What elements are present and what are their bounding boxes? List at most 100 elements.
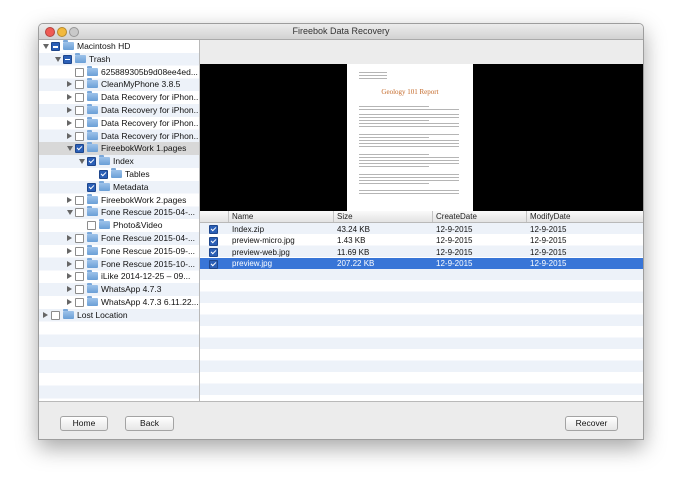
file-row[interactable]: Index.zip 43.24 KB 12-9-2015 12-9-2015 [200,223,643,235]
tree-checkbox[interactable] [75,246,84,256]
file-checkbox[interactable] [209,248,218,257]
tree-checkbox[interactable] [75,144,84,154]
disclosure-closed-icon[interactable] [67,260,72,267]
preview-text-line [359,126,459,127]
tree-checkbox[interactable] [75,208,84,218]
file-row[interactable]: preview.jpg 207.22 KB 12-9-2015 12-9-2015 [200,257,643,269]
tree-row[interactable]: Fone Rescue 2015-04-... [39,232,199,245]
tree-row-label: WhatsApp 4.7.3 6.11.22... [101,297,199,307]
disclosure-closed-icon[interactable] [67,94,72,101]
file-cell-created: 12-9-2015 [436,224,473,234]
tree-checkbox[interactable] [75,106,84,115]
tree-row[interactable]: Data Recovery for iPhon... [39,104,199,117]
disclosure-closed-icon[interactable] [67,119,72,126]
disclosure-open-icon[interactable] [67,210,73,216]
disclosure-closed-icon[interactable] [67,286,72,293]
recover-button[interactable]: Recover [565,416,618,431]
tree-row[interactable]: Data Recovery for iPhon... [39,116,199,130]
file-cell-created: 12-9-2015 [436,236,473,245]
tree-row[interactable]: FireebokWork 2.pages [39,193,199,207]
disclosure-open-icon[interactable] [79,159,85,165]
tree-checkbox[interactable] [75,93,84,103]
disclosure-open-icon[interactable] [55,56,61,62]
disclosure-closed-icon[interactable] [43,311,48,318]
tree-row[interactable]: WhatsApp 4.7.3 [39,283,199,296]
tree-row[interactable]: Macintosh HD [39,40,199,53]
disclosure-closed-icon[interactable] [67,81,72,88]
tree-row[interactable]: WhatsApp 4.7.3 6.11.22... [39,296,199,309]
tree-checkbox[interactable] [75,259,84,269]
tree-checkbox[interactable] [75,195,84,205]
tree-row-label: 625889305b9d08ee4ed... [101,66,198,77]
disclosure-closed-icon[interactable] [67,299,72,305]
folder-icon [87,78,98,89]
disclosure-closed-icon[interactable] [67,235,72,241]
home-button[interactable]: Home [60,416,108,431]
disclosure-closed-icon[interactable] [67,247,72,254]
preview-text-line [359,114,459,115]
column-header-name[interactable]: Name [232,212,253,221]
tree-checkbox[interactable] [87,157,96,167]
column-header-modifydate[interactable]: ModifyDate [530,212,570,221]
file-row[interactable]: preview-micro.jpg 1.43 KB 12-9-2015 12-9-20… [200,235,643,247]
file-row[interactable]: preview-web.jpg 11.69 KB 12-9-2015 12-9-201… [200,246,643,258]
disclosure-closed-icon[interactable] [67,107,72,113]
tree-checkbox[interactable] [87,182,96,192]
folder-icon [87,116,98,127]
tree-checkbox[interactable] [51,310,60,320]
tree-checkbox[interactable] [75,67,84,77]
disclosure-closed-icon[interactable] [67,196,72,203]
tree-row[interactable]: 625889305b9d08ee4ed... [39,65,199,79]
tree-checkbox[interactable] [75,285,84,295]
tree-checkbox[interactable] [99,170,108,179]
folder-tree[interactable]: Macintosh HD Trash 625889305b9d08ee4ed... C… [39,40,200,401]
tree-row[interactable]: Fone Rescue 2015-04-... [39,206,199,219]
disclosure-closed-icon[interactable] [67,132,72,139]
title-bar: Fireebok Data Recovery [39,24,643,40]
tree-checkbox[interactable] [63,54,72,64]
folder-icon [87,193,98,204]
tree-row[interactable]: Lost Location [39,308,199,322]
tree-row[interactable]: Trash [39,52,199,66]
file-cell-size: 43.24 KB [337,224,370,234]
tree-row[interactable]: CleanMyPhone 3.8.5 [39,78,199,91]
file-cell-name: preview.jpg [232,259,273,268]
tree-checkbox[interactable] [51,42,60,51]
tree-row[interactable]: Photo&Video [39,219,199,232]
tree-row[interactable]: Data Recovery for iPhon... [39,129,200,143]
file-checkbox[interactable] [209,259,218,269]
folder-icon [87,283,98,294]
folder-icon [99,155,110,166]
tree-row-label: Trash [89,53,111,64]
tree-row[interactable]: Fone Rescue 2015-09-... [39,244,199,258]
tree-row[interactable]: FireebokWork 1.pages [39,142,199,156]
tree-row[interactable]: iLike 2014-12-25 – 09... [39,270,199,283]
document-preview-title: Geology 101 Report [381,88,439,96]
tree-row[interactable]: Fone Rescue 2015-10-... [39,257,199,271]
tree-row[interactable]: Metadata [39,180,199,194]
column-header-size[interactable]: Size [337,212,353,221]
column-header-createdate[interactable]: CreateDate [436,212,477,221]
tree-checkbox[interactable] [75,118,84,128]
file-checkbox[interactable] [209,236,218,246]
disclosure-open-icon[interactable] [43,44,49,49]
back-button[interactable]: Back [125,416,174,431]
disclosure-closed-icon[interactable] [67,273,72,280]
tree-row-label: Data Recovery for iPhon... [101,92,200,103]
tree-checkbox[interactable] [87,221,96,231]
tree-row[interactable]: Tables [39,168,199,181]
disclosure-open-icon[interactable] [67,146,73,152]
tree-checkbox[interactable] [75,298,84,307]
file-checkbox[interactable] [209,225,218,234]
file-list[interactable]: Name Size CreateDate ModifyDate Index.zi… [200,211,643,401]
tree-row[interactable]: Data Recovery for iPhon... [39,91,199,104]
tree-checkbox[interactable] [75,272,84,282]
tree-row-label: Data Recovery for iPhon... [101,105,200,115]
tree-row-label: FireebokWork 2.pages [101,194,187,205]
tree-row-label: Data Recovery for iPhon... [101,130,200,141]
tree-checkbox[interactable] [75,80,84,90]
tree-row[interactable]: Index [39,155,199,168]
tree-checkbox[interactable] [75,131,84,141]
file-cell-size: 1.43 KB [337,236,366,245]
tree-checkbox[interactable] [75,234,84,243]
